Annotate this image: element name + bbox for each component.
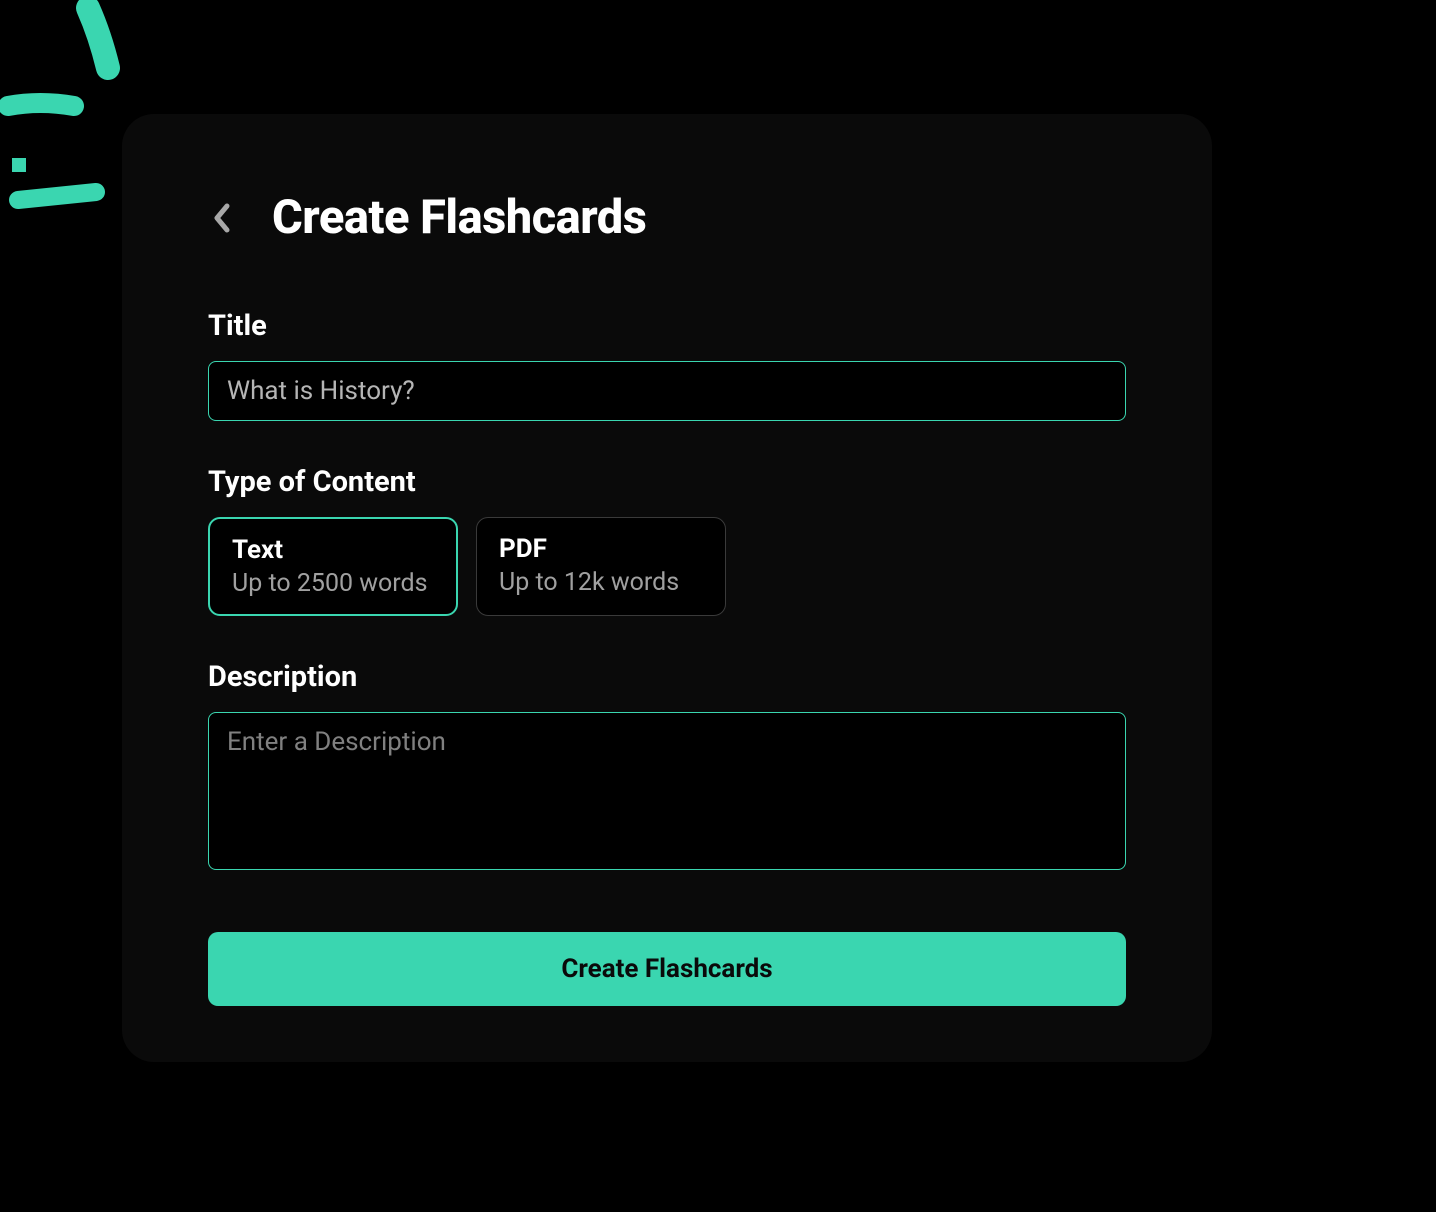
create-flashcards-button[interactable]: Create Flashcards — [208, 932, 1126, 1006]
description-field-group: Description — [208, 660, 1126, 874]
content-type-options: Text Up to 2500 words PDF Up to 12k word… — [208, 517, 1126, 616]
create-flashcards-card: Create Flashcards Title Type of Content … — [122, 114, 1212, 1062]
header: Create Flashcards — [208, 190, 1126, 245]
back-button[interactable] — [208, 198, 236, 238]
title-label: Title — [208, 309, 1126, 343]
content-type-title: PDF — [499, 534, 703, 564]
content-type-subtitle: Up to 12k words — [499, 568, 703, 597]
content-type-pdf[interactable]: PDF Up to 12k words — [476, 517, 726, 616]
content-type-subtitle: Up to 2500 words — [232, 569, 434, 598]
content-type-group: Type of Content Text Up to 2500 words PD… — [208, 465, 1126, 616]
content-type-title: Text — [232, 535, 434, 565]
title-field-group: Title — [208, 309, 1126, 421]
title-input[interactable] — [208, 361, 1126, 421]
content-type-text[interactable]: Text Up to 2500 words — [208, 517, 458, 616]
description-textarea[interactable] — [208, 712, 1126, 870]
page-title: Create Flashcards — [272, 190, 646, 245]
description-label: Description — [208, 660, 1126, 694]
content-type-label: Type of Content — [208, 465, 1126, 499]
chevron-left-icon — [213, 202, 231, 234]
